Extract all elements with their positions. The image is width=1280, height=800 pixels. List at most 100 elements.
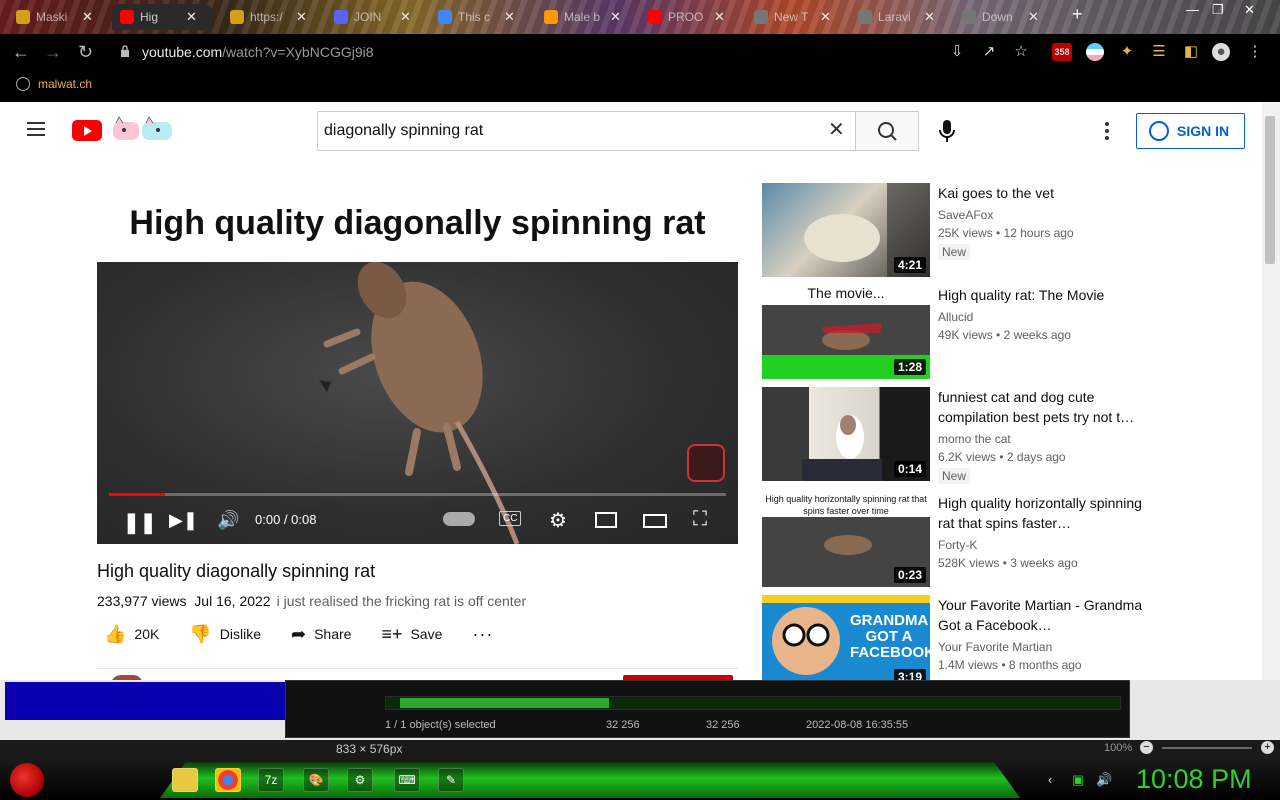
chrome-icon[interactable] xyxy=(215,768,241,792)
volume-icon[interactable]: 🔊 xyxy=(217,510,239,531)
browser-tab[interactable]: Laravi ✕ xyxy=(850,4,950,30)
zoom-slider[interactable] xyxy=(1162,747,1252,749)
recommendation-title[interactable]: Your Favorite Martian - Grandma Got a Fa… xyxy=(938,595,1142,635)
theater-mode-icon[interactable] xyxy=(643,514,667,528)
miniplayer-icon[interactable] xyxy=(595,512,617,528)
browser-tab[interactable]: Down ✕ xyxy=(954,4,1054,30)
zoom-out-button[interactable]: − xyxy=(1140,741,1153,754)
taskbar-clock[interactable]: 10:08 PM xyxy=(1136,764,1252,795)
recommendation-thumbnail[interactable]: 0:14 xyxy=(762,387,930,481)
video-player[interactable]: High quality diagonally spinning rat ❚❚ … xyxy=(97,184,738,544)
lock-icon[interactable] xyxy=(120,45,130,57)
settings-kebab-icon[interactable] xyxy=(1105,122,1109,140)
recommendation-item[interactable]: 4:21 Kai goes to the vet SaveAFox 25K vi… xyxy=(762,183,1142,279)
search-input[interactable]: diagonally spinning rat xyxy=(324,122,483,140)
ublock-extension-icon[interactable]: 358 xyxy=(1052,43,1072,61)
minimize-button[interactable]: — xyxy=(1186,2,1199,17)
recommendation-item[interactable]: The movie... 1:28 High quality rat: The … xyxy=(762,285,1142,381)
recommendation-thumbnail[interactable]: High quality horizontally spinning rat t… xyxy=(762,493,930,587)
doodle-cat-icon[interactable] xyxy=(112,116,174,142)
recommendation-item[interactable]: High quality horizontally spinning rat t… xyxy=(762,493,1142,589)
recommendation-channel[interactable]: Allucid xyxy=(938,310,973,324)
recommendation-title[interactable]: funniest cat and dog cute compilation be… xyxy=(938,387,1144,427)
save-button[interactable]: ≡+ Save xyxy=(381,624,442,645)
start-menu-angry-bird-icon[interactable] xyxy=(10,763,44,797)
reading-list-icon[interactable]: ☰ xyxy=(1150,43,1168,61)
flag-extension-icon[interactable] xyxy=(1086,43,1104,61)
tab-close-icon[interactable]: ✕ xyxy=(820,9,831,25)
color-swatch[interactable] xyxy=(5,682,285,720)
more-actions-button[interactable]: ··· xyxy=(472,624,493,645)
share-button[interactable]: ➦ Share xyxy=(291,624,351,645)
file-explorer-icon[interactable] xyxy=(172,768,198,792)
recommendation-channel[interactable]: Forty-K xyxy=(938,538,977,552)
network-icon[interactable]: ▣ xyxy=(1072,772,1084,788)
tray-arrow-icon[interactable]: ‹ xyxy=(1048,772,1052,787)
channel-watermark[interactable] xyxy=(687,444,725,482)
tab-close-icon[interactable]: ✕ xyxy=(504,9,515,25)
microphone-icon[interactable] xyxy=(938,118,956,144)
browser-tab[interactable]: New T ✕ xyxy=(746,4,846,30)
autoplay-toggle[interactable] xyxy=(443,512,475,526)
recommendation-channel[interactable]: momo the cat xyxy=(938,432,1011,446)
recommendation-channel[interactable]: SaveAFox xyxy=(938,208,993,222)
browser-tab[interactable]: This c ✕ xyxy=(430,4,530,30)
guide-menu-icon[interactable] xyxy=(27,122,45,136)
bookmark-malwatch[interactable]: malwat.ch xyxy=(16,77,92,91)
browser-tab[interactable]: PROO ✕ xyxy=(640,4,740,30)
sign-in-button[interactable]: SIGN IN xyxy=(1136,113,1245,149)
recommendation-thumbnail[interactable]: 4:21 xyxy=(762,183,930,277)
notepad-icon[interactable]: ✎ xyxy=(438,768,464,792)
speaker-icon[interactable]: 🔊 xyxy=(1096,772,1112,788)
tab-close-icon[interactable]: ✕ xyxy=(924,9,935,25)
bookmark-star-icon[interactable]: ☆ xyxy=(1012,43,1030,61)
browser-tab[interactable]: Maski ✕ xyxy=(8,4,108,30)
profile-avatar-icon[interactable]: ● xyxy=(1212,43,1230,61)
forward-button[interactable]: → xyxy=(44,42,62,62)
address-bar[interactable]: youtube.com/watch?v=XybNCGGj9i8 xyxy=(142,44,374,60)
pause-icon[interactable]: ❚❚ xyxy=(123,510,157,535)
like-button[interactable]: 👍 20K xyxy=(104,624,159,645)
restore-button[interactable]: ❐ xyxy=(1212,2,1224,18)
dislike-button[interactable]: 👎 Dislike xyxy=(189,624,261,645)
install-icon[interactable]: ⇩ xyxy=(948,43,966,61)
paint-icon[interactable]: 🎨 xyxy=(303,768,329,792)
close-window-button[interactable]: ✕ xyxy=(1244,2,1255,18)
progress-bar[interactable] xyxy=(109,493,726,496)
share-icon[interactable]: ↗ xyxy=(980,43,998,61)
recommendation-channel[interactable]: Your Favorite Martian xyxy=(938,640,1052,654)
reload-button[interactable]: ↻ xyxy=(78,42,93,62)
recommendation-item[interactable]: 0:14 funniest cat and dog cute compilati… xyxy=(762,387,1144,484)
new-tab-button[interactable]: + xyxy=(1072,4,1083,25)
clear-search-icon[interactable]: ✕ xyxy=(828,120,845,140)
captions-icon[interactable]: CC xyxy=(499,511,522,526)
tab-close-icon[interactable]: ✕ xyxy=(400,9,411,25)
browser-menu-icon[interactable]: ⋮ xyxy=(1246,43,1264,61)
browser-tab[interactable]: Male b ✕ xyxy=(536,4,636,30)
search-button[interactable] xyxy=(855,111,919,151)
scrollbar-thumb[interactable] xyxy=(1265,116,1275,264)
recommendation-title[interactable]: High quality rat: The Movie xyxy=(938,285,1144,305)
tab-close-icon[interactable]: ✕ xyxy=(610,9,621,25)
browser-tab[interactable]: https:/ ✕ xyxy=(222,4,322,30)
zoom-in-button[interactable]: + xyxy=(1261,741,1274,754)
next-icon[interactable]: ▶❚ xyxy=(169,510,198,531)
recommendation-item[interactable]: GRANDMA GOT A FACEBOOK 3:19 Your Favorit… xyxy=(762,595,1142,680)
description-snippet[interactable]: i just realised the fricking rat is off … xyxy=(277,593,527,609)
keyboard-icon[interactable]: ⌨ xyxy=(394,768,420,792)
recommendation-title[interactable]: Kai goes to the vet xyxy=(938,183,1144,203)
media-app-icon[interactable]: ⚙ xyxy=(347,768,373,792)
recommendation-title[interactable]: High quality horizontally spinning rat t… xyxy=(938,493,1144,533)
browser-tab[interactable]: JOIN ✕ xyxy=(326,4,426,30)
fullscreen-icon[interactable]: ⛶ xyxy=(693,508,707,531)
browser-tab[interactable]: Hig ✕ xyxy=(112,4,212,30)
settings-gear-icon[interactable]: ⚙ xyxy=(549,508,567,533)
tab-close-icon[interactable]: ✕ xyxy=(296,9,307,25)
tab-close-icon[interactable]: ✕ xyxy=(82,9,93,25)
tab-close-icon[interactable]: ✕ xyxy=(714,9,725,25)
extensions-puzzle-icon[interactable]: ✦ xyxy=(1118,43,1136,61)
youtube-logo[interactable] xyxy=(72,120,102,141)
back-button[interactable]: ← xyxy=(12,42,30,62)
7zip-icon[interactable]: 7z xyxy=(258,768,284,792)
side-panel-icon[interactable]: ◧ xyxy=(1182,43,1200,61)
